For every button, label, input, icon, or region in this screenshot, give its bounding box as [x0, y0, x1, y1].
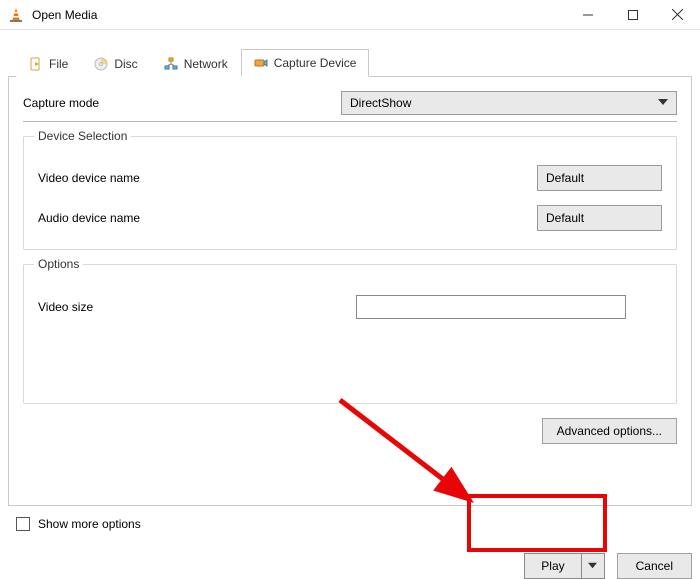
cancel-button[interactable]: Cancel	[617, 553, 692, 579]
titlebar: Open Media	[0, 0, 700, 30]
select-value: Default	[546, 171, 653, 185]
disc-icon	[94, 57, 108, 71]
device-selection-group: Device Selection Video device name Defau…	[23, 136, 677, 250]
group-legend: Options	[34, 257, 83, 271]
capture-device-icon	[254, 56, 268, 70]
tab-label: Disc	[114, 57, 137, 71]
audio-device-select[interactable]: Default	[537, 205, 662, 231]
tab-label: File	[49, 57, 68, 71]
advanced-options-button[interactable]: Advanced options...	[542, 418, 677, 444]
select-value: DirectShow	[350, 96, 658, 110]
options-group: Options Video size	[23, 264, 677, 404]
tab-label: Network	[184, 57, 228, 71]
tab-disc[interactable]: Disc	[81, 50, 150, 77]
checkbox-icon	[16, 517, 30, 531]
video-size-input[interactable]	[356, 295, 626, 319]
tab-network[interactable]: Network	[151, 50, 241, 77]
window-title: Open Media	[32, 8, 565, 22]
tab-file[interactable]: File	[16, 50, 81, 77]
network-icon	[164, 57, 178, 71]
close-button[interactable]	[655, 0, 700, 29]
group-legend: Device Selection	[34, 129, 131, 143]
maximize-button[interactable]	[610, 0, 655, 29]
video-size-label: Video size	[38, 300, 356, 314]
tab-label: Capture Device	[274, 56, 357, 70]
play-split-button: Play	[524, 553, 604, 579]
checkbox-label: Show more options	[38, 517, 141, 531]
tabs-container: File Disc Network Capture Device	[8, 40, 692, 506]
minimize-button[interactable]	[565, 0, 610, 29]
file-icon	[29, 57, 43, 71]
chevron-down-icon	[658, 96, 668, 110]
vlc-cone-icon	[8, 7, 24, 23]
video-device-label: Video device name	[38, 171, 537, 185]
tab-capture-device[interactable]: Capture Device	[241, 49, 370, 77]
audio-device-label: Audio device name	[38, 211, 537, 225]
video-device-select[interactable]: Default	[537, 165, 662, 191]
show-more-options-checkbox[interactable]: Show more options	[16, 517, 692, 531]
capture-mode-select[interactable]: DirectShow	[341, 91, 677, 115]
capture-mode-label: Capture mode	[23, 96, 341, 110]
play-dropdown-button[interactable]	[582, 554, 604, 578]
divider	[23, 121, 677, 122]
tab-panel-capture: Capture mode DirectShow Device Selection…	[8, 76, 692, 506]
select-value: Default	[546, 211, 653, 225]
play-button[interactable]: Play	[525, 554, 581, 578]
